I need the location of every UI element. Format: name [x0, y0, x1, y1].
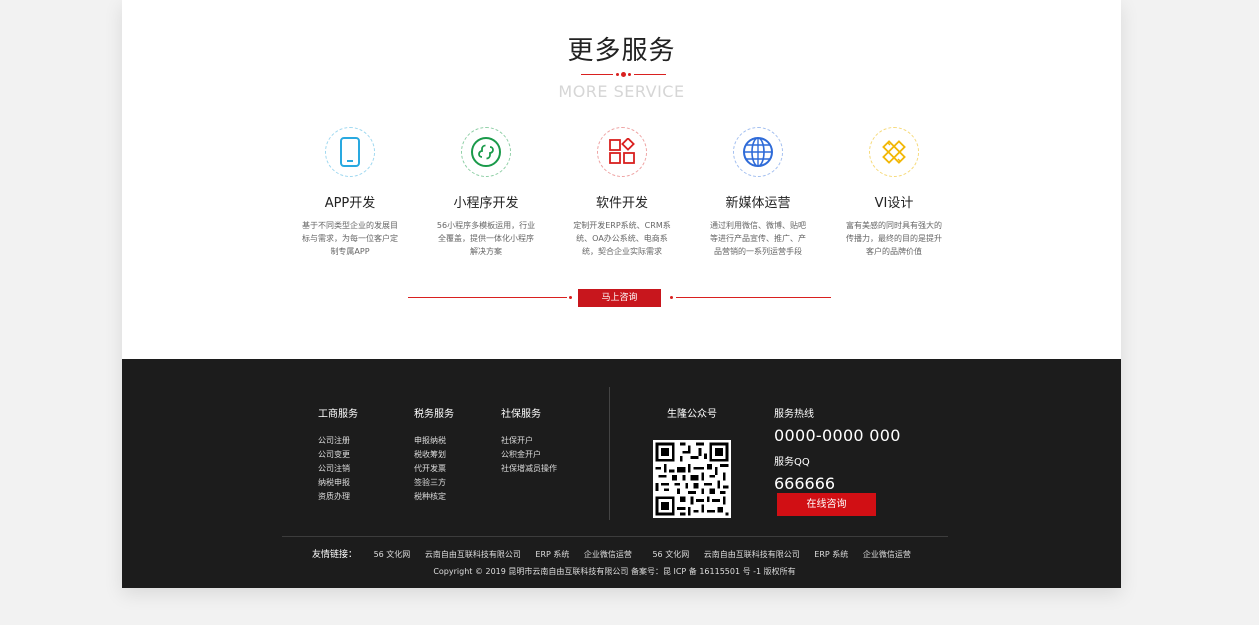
online-consult-button[interactable]: 在线咨询	[777, 493, 876, 516]
footer-link[interactable]: 社保开户	[501, 434, 557, 448]
friend-links: 友情链接： 56 文化网 云南自由互联科技有限公司 ERP 系统 企业微信运营 …	[312, 547, 923, 560]
friend-link[interactable]: 云南自由互联科技有限公司	[704, 550, 800, 559]
footer-link[interactable]: 税种核定	[414, 490, 454, 504]
mini-program-icon	[461, 127, 511, 177]
footer-column-social-security: 社保服务 社保开户 公积金开户 社保增减员操作	[501, 405, 557, 476]
service-desc: 56小程序多模板运用，行业全覆盖，提供一体化小程序解决方案	[436, 221, 536, 256]
hotline-section: 服务热线 0000-0000 000 服务QQ 666666	[774, 405, 901, 493]
footer-link[interactable]: 资质办理	[318, 490, 358, 504]
title-divider	[581, 72, 666, 78]
more-services-section: 更多服务 MORE SERVICE APP开发 基于不同类型企业的发展目标与需求…	[122, 0, 1121, 359]
footer-divider	[609, 387, 610, 520]
page: 更多服务 MORE SERVICE APP开发 基于不同类型企业的发展目标与需求…	[122, 0, 1121, 588]
friend-link[interactable]: 56 文化网	[652, 550, 689, 559]
service-item-vi-design[interactable]: VI设计 富有美感的同时具有强大的传播力，最终的目的是提升客户的品牌价值	[814, 127, 974, 258]
column-title: 税务服务	[414, 409, 454, 420]
software-icon	[597, 127, 647, 177]
footer-link[interactable]: 公积金开户	[501, 448, 557, 462]
consult-now-button[interactable]: 马上咨询	[578, 289, 661, 307]
footer-link[interactable]: 代开发票	[414, 462, 454, 476]
wechat-section: 生隆公众号	[650, 405, 734, 522]
design-tools-icon	[869, 127, 919, 177]
friend-link[interactable]: 56 文化网	[374, 550, 411, 559]
footer-link[interactable]: 公司变更	[318, 448, 358, 462]
hotline-number: 0000-0000 000	[774, 426, 901, 445]
footer-link[interactable]: 公司注册	[318, 434, 358, 448]
section-subtitle: MORE SERVICE	[558, 82, 685, 101]
wechat-title: 生隆公众号	[667, 409, 717, 420]
footer-column-business: 工商服务 公司注册 公司变更 公司注销 纳税申报 资质办理	[318, 405, 358, 504]
section-title: 更多服务	[567, 36, 676, 66]
cta-dot-left	[569, 296, 572, 299]
service-desc: 通过利用微信、微博、贴吧等进行产品宣传、推广、产品营销的一系列运营手段	[710, 221, 806, 256]
cta-dot-right	[670, 296, 673, 299]
footer-column-tax: 税务服务 申报纳税 税收筹划 代开发票 签验三方 税种核定	[414, 405, 454, 504]
cta-line-left	[408, 297, 567, 298]
service-desc: 定制开发ERP系统、CRM系统、OA办公系统、电商系统，契合企业实际需求	[573, 221, 671, 256]
globe-icon	[733, 127, 783, 177]
footer-link[interactable]: 纳税申报	[318, 476, 358, 490]
footer-separator	[282, 536, 948, 537]
qq-number: 666666	[774, 474, 836, 493]
friend-link[interactable]: ERP 系统	[814, 550, 848, 559]
service-desc: 基于不同类型企业的发展目标与需求，为每一位客户定制专属APP	[302, 221, 398, 256]
friend-link[interactable]: 企业微信运营	[863, 550, 911, 559]
service-name: VI设计	[874, 196, 914, 211]
friend-link[interactable]: ERP 系统	[535, 550, 569, 559]
service-desc: 富有美感的同时具有强大的传播力，最终的目的是提升客户的品牌价值	[846, 221, 942, 256]
hotline-label: 服务热线	[774, 409, 814, 420]
column-title: 工商服务	[318, 409, 358, 420]
column-title: 社保服务	[501, 409, 541, 420]
footer-link[interactable]: 申报纳税	[414, 434, 454, 448]
footer: 工商服务 公司注册 公司变更 公司注销 纳税申报 资质办理 税务服务 申报纳税 …	[122, 359, 1121, 588]
footer-link[interactable]: 税收筹划	[414, 448, 454, 462]
friend-link[interactable]: 企业微信运营	[584, 550, 632, 559]
footer-link[interactable]: 社保增减员操作	[501, 462, 557, 476]
qq-label: 服务QQ	[774, 457, 810, 468]
friend-links-label: 友情链接：	[312, 550, 358, 560]
phone-icon	[325, 127, 375, 177]
wechat-qr-code	[653, 440, 731, 518]
friend-link[interactable]: 云南自由互联科技有限公司	[425, 550, 521, 559]
footer-link[interactable]: 公司注销	[318, 462, 358, 476]
cta-line-right	[676, 297, 831, 298]
footer-link[interactable]: 签验三方	[414, 476, 454, 490]
copyright: Copyright © 2019 昆明市云南自由互联科技有限公司 备案号：昆 I…	[433, 567, 796, 576]
